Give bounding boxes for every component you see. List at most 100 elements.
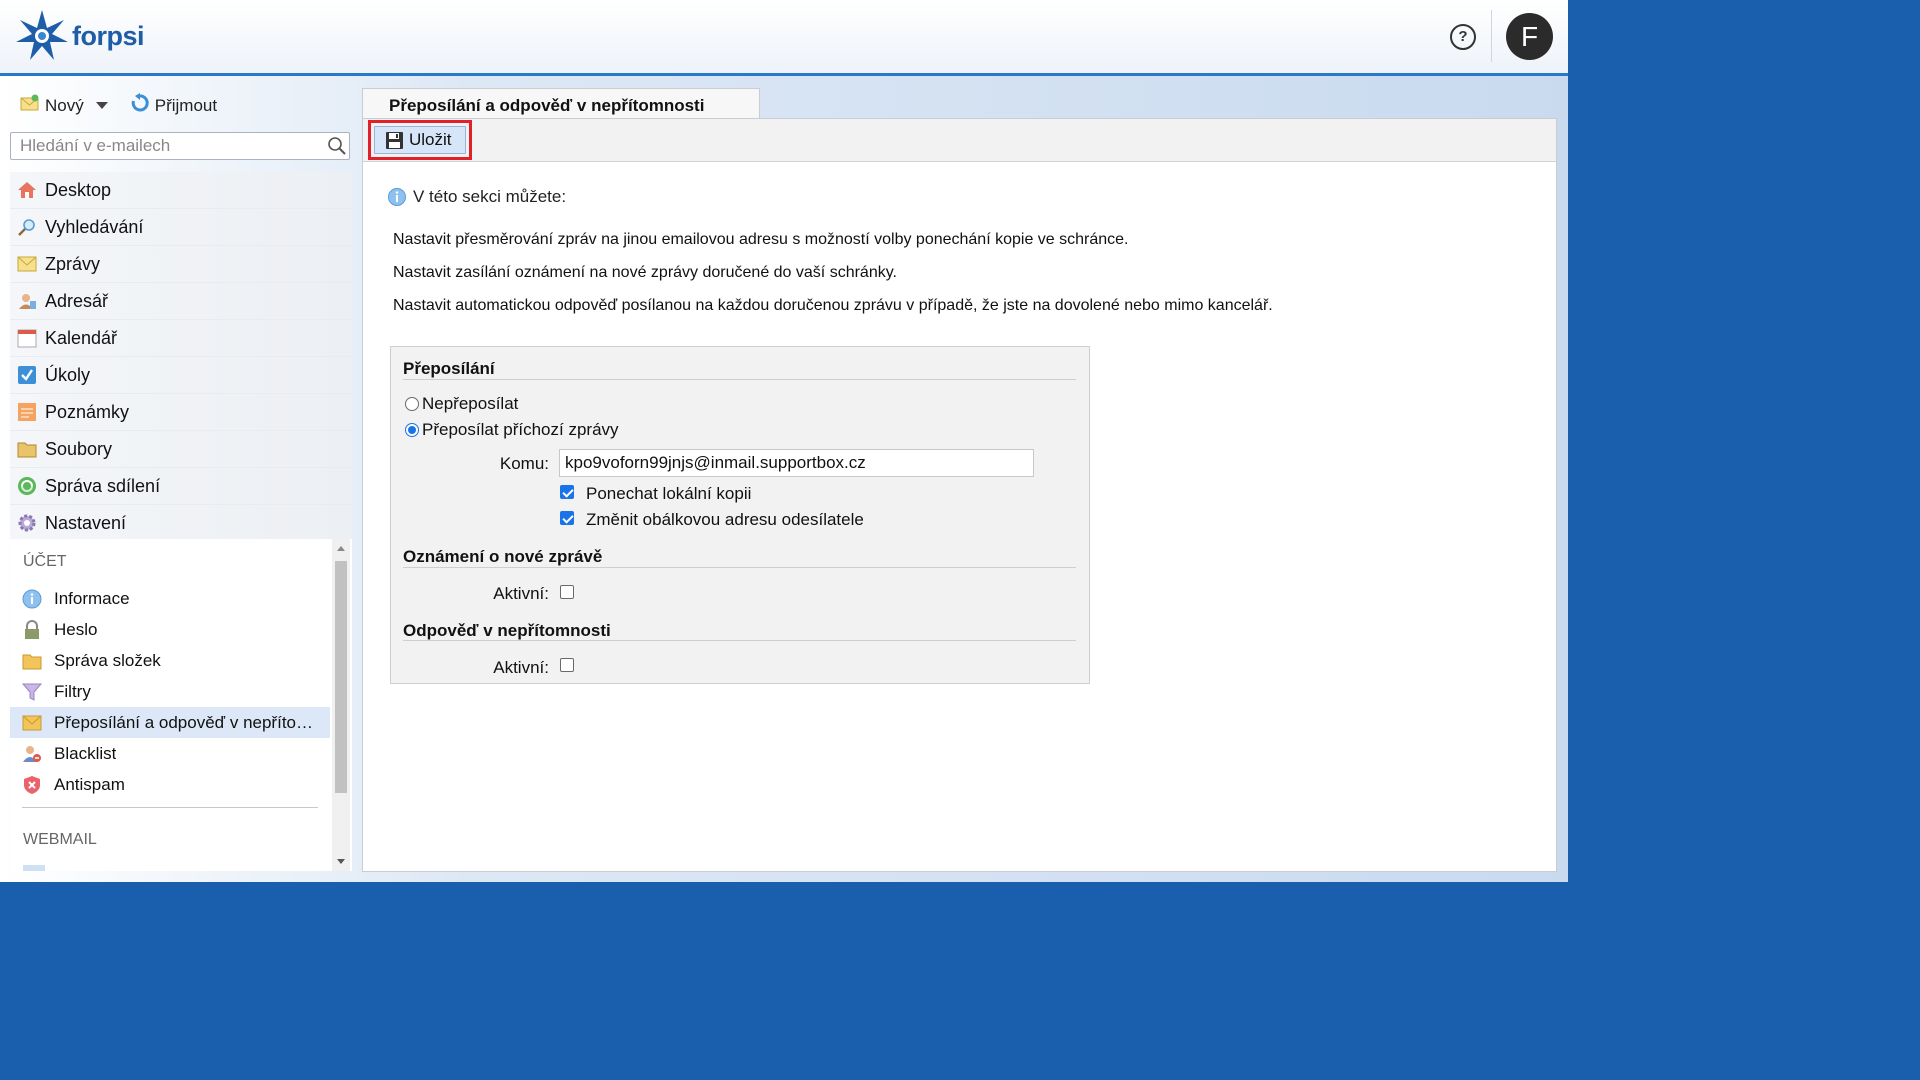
change-envelope-label: Změnit obálkovou adresu odesílatele [586, 510, 864, 529]
section-title-account: ÚČET [23, 553, 67, 570]
sub-item-password[interactable]: Heslo [10, 614, 330, 645]
forpsi-star-icon [16, 10, 68, 60]
to-label: Komu: [499, 454, 549, 473]
autoreply-title: Odpověď v nepřítomnosti [403, 621, 611, 640]
account-items: Informace Heslo Správa složek Filtry Pře… [10, 583, 330, 800]
to-email-field[interactable]: kpo9voforn99jnjs@inmail.supportbox.cz [559, 449, 1034, 477]
help-icon[interactable]: ? [1450, 24, 1476, 50]
change-envelope-checkbox[interactable] [560, 511, 574, 525]
cut-off-item-icon [23, 865, 45, 871]
search-icon[interactable] [327, 136, 347, 161]
forpsi-logo[interactable]: forpsi [14, 8, 145, 64]
save-highlight: Uložit [368, 120, 472, 160]
search-box [10, 132, 350, 160]
sidebar-toolbar: Nový Přijmout [20, 93, 239, 118]
autoreply-active-label: Aktivní: [493, 658, 549, 677]
nav-item-tasks[interactable]: Úkoly [10, 357, 352, 394]
radio-button[interactable] [405, 423, 419, 437]
new-button[interactable]: Nový [20, 94, 108, 117]
sub-item-forwarding[interactable]: Přeposílání a odpověď v nepřítomnosti [10, 707, 330, 738]
main-nav: Desktop Vyhledávání Zprávy Adresář Kalen… [10, 172, 352, 542]
folder-icon [17, 439, 37, 459]
sidebar: Nový Přijmout Desktop Vyhledávání Zprávy [0, 76, 360, 882]
forwarding-title: Přeposílání [403, 359, 495, 378]
filter-icon [22, 682, 42, 702]
content-area: Uložit V této sekci můžete: Nastavit pře… [362, 118, 1557, 872]
sub-item-antispam[interactable]: Antispam [10, 769, 330, 800]
nav-item-label: Zprávy [45, 253, 101, 274]
sub-item-label: Přeposílání a odpověď v nepřítomnosti [54, 712, 319, 732]
avatar[interactable]: F [1506, 13, 1553, 60]
divider [22, 807, 318, 808]
refresh-icon [130, 93, 150, 118]
radio-label: Přeposílat příchozí zprávy [422, 420, 619, 439]
divider [403, 567, 1076, 568]
forward-mail-icon [22, 713, 42, 733]
nav-item-label: Soubory [45, 438, 113, 459]
nav-item-messages[interactable]: Zprávy [10, 246, 352, 283]
scroll-thumb[interactable] [335, 561, 347, 793]
notification-title: Oznámení o nové zprávě [403, 547, 603, 566]
divider [403, 640, 1076, 641]
keep-copy-checkbox[interactable] [560, 485, 574, 499]
nav-item-label: Nastavení [45, 512, 127, 533]
top-bar: forpsi ? F [0, 0, 1568, 76]
nav-item-contacts[interactable]: Adresář [10, 283, 352, 320]
nav-item-label: Desktop [45, 179, 112, 200]
search-icon [17, 217, 37, 237]
sub-item-blacklist[interactable]: Blacklist [10, 738, 330, 769]
search-input[interactable] [11, 133, 329, 159]
sidebar-scrollbar[interactable] [332, 539, 350, 871]
new-mail-icon [20, 94, 40, 117]
radio-label: Nepřeposílat [422, 394, 519, 413]
radio-forward[interactable]: Přeposílat příchozí zprávy [405, 420, 619, 440]
save-button-label: Uložit [409, 130, 452, 149]
envelope-icon [17, 254, 37, 274]
floppy-disk-icon [385, 131, 404, 150]
nav-item-notes[interactable]: Poznámky [10, 394, 352, 431]
info-icon [388, 188, 406, 206]
chevron-down-icon[interactable] [95, 102, 108, 109]
logo-text: forpsi [72, 20, 145, 51]
settings-subpanel: ÚČET Informace Heslo Správa složek Filtr… [10, 539, 352, 871]
nav-item-sharing[interactable]: Správa sdílení [10, 468, 352, 505]
nav-item-desktop[interactable]: Desktop [10, 172, 352, 209]
nav-item-label: Správa sdílení [45, 475, 161, 496]
sub-item-label: Blacklist [54, 743, 117, 763]
nav-item-label: Úkoly [45, 364, 91, 385]
sub-item-folders[interactable]: Správa složek [10, 645, 330, 676]
nav-item-calendar[interactable]: Kalendář [10, 320, 352, 357]
scroll-up-icon[interactable] [337, 546, 345, 551]
radio-button[interactable] [405, 397, 419, 411]
radio-no-forward[interactable]: Nepřeposílat [405, 394, 518, 414]
nav-item-settings[interactable]: Nastavení [10, 505, 352, 542]
scroll-down-icon[interactable] [337, 859, 345, 864]
tab-forwarding[interactable]: Přeposílání a odpověď v nepřítomnosti [362, 88, 760, 118]
nav-item-files[interactable]: Soubory [10, 431, 352, 468]
notification-active-checkbox[interactable] [560, 585, 574, 599]
home-icon [17, 180, 37, 200]
description-line: Nastavit automatickou odpověď posílanou … [393, 297, 1273, 314]
nav-item-label: Kalendář [45, 327, 118, 348]
description-line: Nastavit zasílání oznámení na nové zpráv… [393, 264, 897, 281]
folder-icon [22, 651, 42, 671]
content-toolbar: Uložit [363, 119, 1556, 162]
autoreply-active-checkbox[interactable] [560, 658, 574, 672]
info-icon [22, 589, 42, 609]
shield-icon [22, 775, 42, 795]
nav-item-label: Poznámky [45, 401, 130, 422]
receive-button[interactable]: Přijmout [130, 93, 217, 118]
save-button[interactable]: Uložit [374, 126, 466, 154]
sub-item-filters[interactable]: Filtry [10, 676, 330, 707]
section-title-webmail: WEBMAIL [23, 831, 97, 848]
nav-item-search[interactable]: Vyhledávání [10, 209, 352, 246]
sub-item-information[interactable]: Informace [10, 583, 330, 614]
forwarding-form: Přeposílání Nepřeposílat Přeposílat příc… [390, 346, 1090, 684]
main-panel: Přeposílání a odpověď v nepřítomnosti Ul… [362, 76, 1557, 872]
intro-label: V této sekci můžete: [413, 187, 567, 206]
gear-icon [17, 513, 37, 533]
sub-item-label: Správa složek [54, 650, 161, 670]
nav-item-label: Adresář [45, 290, 109, 311]
sub-item-label: Informace [54, 588, 130, 608]
calendar-icon [17, 328, 37, 348]
